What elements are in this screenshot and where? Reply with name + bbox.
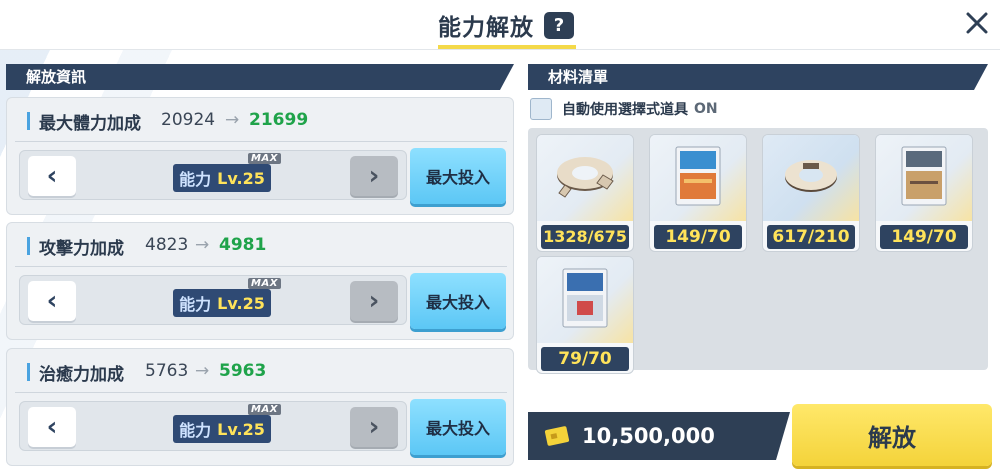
cost-value: 10,500,000 [582, 424, 715, 448]
level-label: 能力 [179, 421, 212, 440]
material-image [537, 257, 633, 343]
stat-new-value: 5963 [219, 361, 267, 381]
auto-use-label: 自動使用選擇式道具 [562, 102, 688, 118]
accent-bar [27, 363, 30, 381]
level-value: Lv.25 [217, 419, 265, 439]
health-education-book-icon [562, 268, 608, 328]
level-prev-button[interactable]: ‹ [28, 156, 76, 196]
material-count: 149/70 [654, 225, 742, 249]
material-item[interactable]: 149/70 [649, 134, 747, 252]
stat-new-value: 4981 [219, 235, 267, 255]
level-value: Lv.25 [217, 293, 265, 313]
arrow-right-icon: → [195, 235, 210, 255]
stat-name: 治癒力加成 [39, 365, 124, 385]
level-badge: 能力 Lv.25 [173, 415, 271, 443]
stat-card-heal: 治癒力加成 5763 → 5963 ‹ 能力 Lv.25 MAX › 最大投入 [6, 348, 514, 466]
level-row: ‹ 能力 Lv.25 MAX › [19, 275, 407, 325]
chevron-left-icon: ‹ [46, 161, 58, 191]
stat-new-value: 21699 [249, 110, 309, 130]
level-badge: 能力 Lv.25 [173, 164, 271, 192]
max-tag: MAX [248, 153, 281, 164]
arrow-right-icon: → [195, 361, 210, 381]
level-label: 能力 [179, 295, 212, 314]
max-tag: MAX [248, 278, 281, 289]
stat-old-value: 4823 [145, 235, 189, 255]
material-panel: 1328/675 149/70 617/210 149/70 79/70 [528, 128, 988, 374]
material-item[interactable]: 617/210 [762, 134, 860, 252]
material-item[interactable]: 79/70 [536, 256, 634, 374]
material-count: 1328/675 [541, 225, 629, 249]
auto-use-row: 自動使用選擇式道具 ON [530, 96, 718, 122]
max-tag: MAX [248, 404, 281, 415]
firearms-training-book-icon [901, 146, 947, 206]
level-value: Lv.25 [217, 168, 265, 188]
level-badge: 能力 Lv.25 [173, 289, 271, 317]
release-button[interactable]: 解放 [792, 404, 992, 466]
level-prev-button[interactable]: ‹ [28, 407, 76, 447]
stat-name: 攻擊力加成 [39, 239, 124, 259]
arrow-right-icon: → [225, 110, 240, 130]
gear-ring-icon [785, 160, 837, 192]
accent-bar [27, 237, 30, 255]
accent-bar [27, 112, 30, 130]
header: 能力解放 ? [0, 0, 1000, 50]
title-wrap: 能力解放 ? [438, 8, 574, 42]
material-list-heading: 材料清單 [528, 64, 988, 90]
auto-use-state: ON [694, 101, 718, 117]
physical-education-book-icon [675, 146, 721, 206]
material-count: 149/70 [880, 225, 968, 249]
max-invest-button[interactable]: 最大投入 [410, 399, 506, 455]
stat-card-hp: 最大體力加成 20924 → 21699 ‹ 能力 Lv.25 MAX › 最大… [6, 97, 514, 215]
chevron-left-icon: ‹ [46, 412, 58, 442]
title-underline [438, 45, 576, 49]
level-prev-button[interactable]: ‹ [28, 281, 76, 321]
stat-old-value: 5763 [145, 361, 189, 381]
level-row: ‹ 能力 Lv.25 MAX › [19, 150, 407, 200]
credit-coin-icon [544, 426, 570, 446]
close-button[interactable] [960, 6, 994, 40]
stat-header: 攻擊力加成 4823 → 4981 [15, 223, 507, 267]
page-title: 能力解放 [438, 15, 534, 41]
cost-display: 10,500,000 [528, 412, 790, 460]
close-icon [966, 12, 988, 34]
material-item[interactable]: 1328/675 [536, 134, 634, 252]
material-count: 617/210 [767, 225, 855, 249]
stat-name: 最大體力加成 [39, 114, 141, 134]
stat-header: 治癒力加成 5763 → 5963 [15, 349, 507, 393]
material-image [876, 135, 972, 221]
max-invest-button[interactable]: 最大投入 [410, 273, 506, 329]
level-label: 能力 [179, 170, 212, 189]
help-button[interactable]: ? [544, 11, 574, 39]
max-invest-button[interactable]: 最大投入 [410, 148, 506, 204]
chevron-right-icon: › [368, 412, 380, 442]
level-next-button[interactable]: › [350, 156, 398, 196]
stat-card-attack: 攻擊力加成 4823 → 4981 ‹ 能力 Lv.25 MAX › 最大投入 [6, 222, 514, 340]
material-image [763, 135, 859, 221]
release-info-heading: 解放資訊 [6, 64, 514, 90]
chevron-left-icon: ‹ [46, 286, 58, 316]
level-next-button[interactable]: › [350, 407, 398, 447]
auto-use-checkbox[interactable] [530, 98, 552, 120]
material-image [537, 135, 633, 221]
level-row: ‹ 能力 Lv.25 MAX › [19, 401, 407, 451]
stat-header: 最大體力加成 20924 → 21699 [15, 98, 507, 142]
material-item[interactable]: 149/70 [875, 134, 973, 252]
chevron-right-icon: › [368, 161, 380, 191]
gear-ring-fragment-icon [557, 157, 614, 198]
level-next-button[interactable]: › [350, 281, 398, 321]
material-image [650, 135, 746, 221]
stat-old-value: 20924 [161, 110, 216, 130]
material-count: 79/70 [541, 347, 629, 371]
chevron-right-icon: › [368, 286, 380, 316]
